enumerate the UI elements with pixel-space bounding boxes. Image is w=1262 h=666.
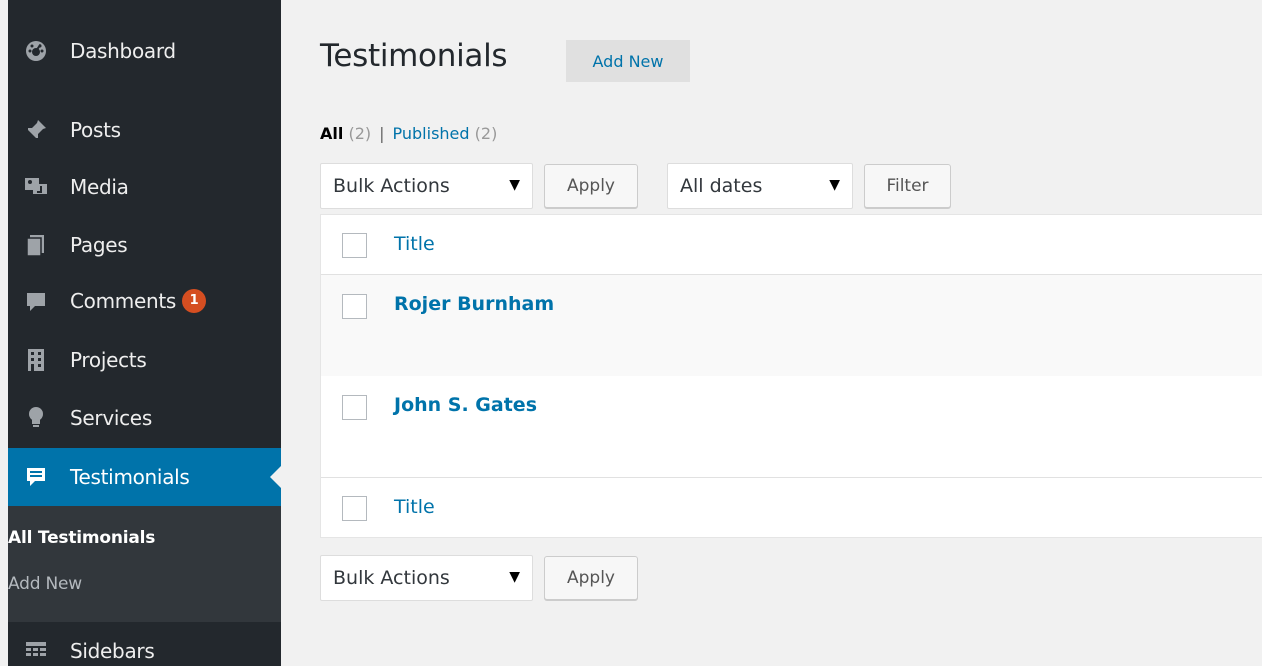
table-row: John S. Gates: [321, 376, 1262, 478]
menu-item-media[interactable]: Media: [8, 158, 281, 216]
menu-item-dashboard[interactable]: Dashboard: [8, 22, 281, 80]
menu-item-posts[interactable]: Posts: [8, 101, 281, 159]
view-published-count: (2): [474, 124, 498, 143]
apply-button-bottom[interactable]: Apply: [544, 556, 638, 600]
apply-button-top[interactable]: Apply: [544, 164, 638, 208]
menu-item-testimonials[interactable]: Testimonials: [8, 448, 281, 506]
lightbulb-icon: [24, 406, 48, 430]
menu-label-comments: Comments 1: [70, 288, 207, 315]
menu-item-comments[interactable]: Comments 1: [8, 273, 281, 331]
menu-label-projects: Projects: [70, 348, 147, 372]
row-title-link[interactable]: John S. Gates: [394, 394, 537, 416]
building-icon: [24, 348, 48, 372]
view-all-label: All: [320, 124, 344, 143]
testimonial-icon: [24, 465, 48, 489]
menu-label-media: Media: [70, 175, 129, 199]
menu-label-posts: Posts: [70, 118, 121, 142]
comments-label-text: Comments: [70, 289, 177, 314]
submenu-item-all-testimonials[interactable]: All Testimonials: [8, 528, 155, 548]
view-published-label: Published: [392, 124, 470, 143]
filter-button[interactable]: Filter: [864, 164, 951, 208]
page-title: Testimonials: [320, 38, 508, 74]
menu-item-sidebars[interactable]: Sidebars: [8, 622, 281, 666]
row-title-link[interactable]: Rojer Burnham: [394, 293, 554, 315]
view-published-link[interactable]: Published (2): [393, 124, 498, 143]
admin-sidebar: Dashboard Posts Media Pages Comments 1 Pr…: [8, 0, 281, 666]
dropdown-arrow-icon: ▼: [509, 569, 520, 585]
pin-icon: [24, 118, 48, 142]
table-row: Rojer Burnham: [321, 275, 1262, 376]
menu-label-testimonials: Testimonials: [70, 465, 190, 489]
testimonials-submenu: All Testimonials Add New: [8, 506, 281, 622]
menu-item-pages[interactable]: Pages: [8, 216, 281, 274]
row-checkbox[interactable]: [342, 395, 367, 420]
pages-icon: [24, 233, 48, 257]
bulk-actions-value-top: Bulk Actions: [333, 175, 450, 197]
add-new-button[interactable]: Add New: [566, 40, 690, 82]
view-all-link[interactable]: All (2): [320, 124, 371, 143]
bulk-actions-value-bottom: Bulk Actions: [333, 567, 450, 589]
current-menu-arrow: [270, 466, 281, 488]
sidebars-icon: [24, 639, 48, 663]
menu-label-dashboard: Dashboard: [70, 39, 176, 63]
column-title-header[interactable]: Title: [394, 233, 435, 255]
comment-icon: [24, 290, 48, 314]
status-views: All (2) | Published (2): [320, 124, 497, 143]
dates-filter-select[interactable]: All dates ▼: [667, 163, 853, 209]
menu-label-services: Services: [70, 406, 152, 430]
table-footer-row: Title: [321, 478, 1262, 538]
comment-count-badge: 1: [182, 288, 207, 313]
column-title-footer[interactable]: Title: [394, 496, 435, 518]
bulk-actions-select-bottom[interactable]: Bulk Actions ▼: [320, 555, 533, 601]
select-all-checkbox[interactable]: [342, 233, 367, 258]
row-checkbox[interactable]: [342, 294, 367, 319]
submenu-item-add-new[interactable]: Add New: [8, 574, 82, 594]
menu-item-services[interactable]: Services: [8, 389, 281, 447]
dates-filter-value: All dates: [680, 175, 763, 197]
dropdown-arrow-icon: ▼: [829, 177, 840, 193]
bulk-actions-select-top[interactable]: Bulk Actions ▼: [320, 163, 533, 209]
dashboard-icon: [24, 39, 48, 63]
menu-item-projects[interactable]: Projects: [8, 331, 281, 389]
media-icon: [24, 175, 48, 199]
testimonials-table: Title Rojer Burnham John S. Gates Title: [320, 214, 1262, 538]
table-header-row: Title: [321, 215, 1262, 275]
view-all-count: (2): [348, 124, 372, 143]
view-separator: |: [379, 124, 385, 143]
dropdown-arrow-icon: ▼: [509, 177, 520, 193]
menu-label-sidebars: Sidebars: [70, 639, 155, 663]
select-all-checkbox-footer[interactable]: [342, 496, 367, 521]
menu-label-pages: Pages: [70, 233, 128, 257]
